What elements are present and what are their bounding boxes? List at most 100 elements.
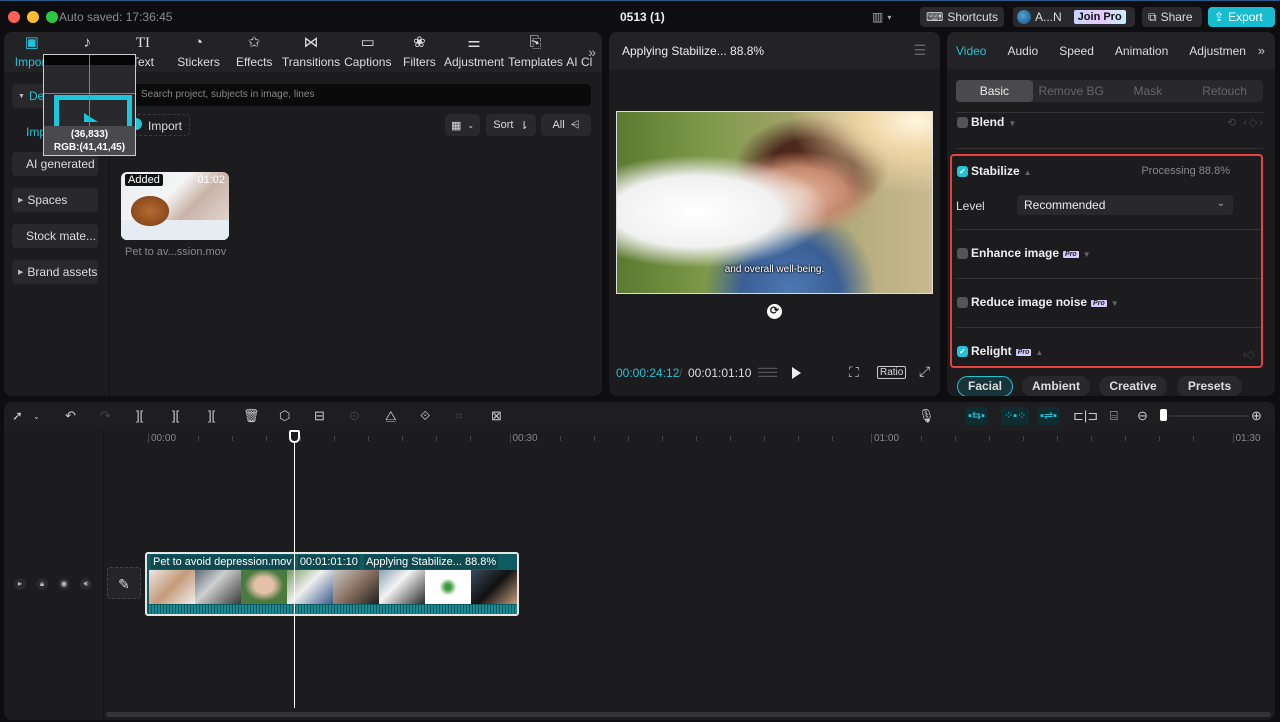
sort-button[interactable]: Sort ⇂ bbox=[486, 114, 536, 136]
tab-captions[interactable]: ▭ Captions bbox=[340, 32, 396, 72]
sidebar-item-brand-assets[interactable]: ▶ Brand assets bbox=[12, 260, 98, 284]
rotate-icon[interactable]: ⟐ bbox=[420, 408, 430, 424]
split-view-icon[interactable]: ⊏|⊐ bbox=[1073, 408, 1098, 424]
reverse-icon[interactable]: ⊙ bbox=[349, 408, 360, 424]
playhead-line[interactable] bbox=[294, 436, 295, 708]
maximize-window-button[interactable] bbox=[46, 11, 58, 23]
playhead-handle[interactable] bbox=[289, 430, 300, 443]
preview-axis-icon[interactable]: ⌸ bbox=[1110, 408, 1118, 424]
eye-icon[interactable]: ◉ bbox=[58, 578, 70, 590]
blend-row[interactable]: Blend ▼ bbox=[971, 115, 1016, 129]
join-pro-button[interactable]: Join Pro bbox=[1073, 10, 1126, 24]
lock-icon[interactable]: 🔒︎ bbox=[36, 578, 48, 590]
subtitle-text[interactable]: and overall well-being. bbox=[617, 264, 932, 275]
menu-icon[interactable]: ☰ bbox=[913, 42, 926, 59]
media-card[interactable]: Added 01:02 bbox=[121, 172, 229, 240]
split-right-icon[interactable]: ][ bbox=[208, 408, 215, 423]
tab-templates[interactable]: ⎘ Templates bbox=[505, 32, 567, 72]
relight-creative-pill[interactable]: Creative bbox=[1099, 376, 1167, 396]
tab-stickers[interactable]: ◔ Stickers bbox=[171, 32, 227, 72]
enhance-row[interactable]: Enhance image Pro ▼ bbox=[971, 246, 1091, 260]
relight-row[interactable]: Relight Pro ▲ bbox=[971, 344, 1043, 358]
blend-label: Blend bbox=[971, 115, 1005, 129]
account-button[interactable]: A...N Join Pro bbox=[1013, 7, 1135, 27]
more-tabs-icon[interactable]: » bbox=[588, 44, 596, 60]
link-icon[interactable]: ▪⇌▪ bbox=[1037, 407, 1061, 425]
more-tabs-icon[interactable]: » bbox=[1258, 43, 1265, 58]
play-icon[interactable] bbox=[792, 367, 801, 379]
waveform-icon[interactable]: ☰☰ bbox=[757, 365, 778, 381]
sidebar-item-spaces[interactable]: ▶ Spaces bbox=[12, 188, 98, 212]
tab-adjustment[interactable]: ⚌ Adjustment bbox=[443, 32, 505, 72]
zoom-out-icon[interactable]: ⊖ bbox=[1137, 408, 1148, 424]
reduce-noise-checkbox[interactable] bbox=[957, 297, 968, 308]
tab-speed[interactable]: Speed bbox=[1059, 44, 1094, 58]
main-track-magnet-icon[interactable]: ▪⇆▪ bbox=[965, 407, 989, 425]
reduce-noise-row[interactable]: Reduce image noise Pro ▼ bbox=[971, 295, 1119, 309]
level-select[interactable]: Recommended ⌄ bbox=[1017, 195, 1233, 215]
ratio-button[interactable]: Ratio bbox=[877, 366, 907, 379]
stabilize-checkbox[interactable]: ✓ bbox=[957, 166, 968, 177]
enhance-checkbox[interactable] bbox=[957, 248, 968, 259]
export-button[interactable]: ⇪ Export bbox=[1208, 7, 1275, 27]
relight-facial-pill[interactable]: Facial bbox=[957, 376, 1013, 396]
relight-presets-pill[interactable]: Presets bbox=[1177, 376, 1242, 396]
subtab-basic[interactable]: Basic bbox=[956, 80, 1033, 102]
split-icon[interactable]: ][ bbox=[136, 408, 143, 423]
split-left-icon[interactable]: ][ bbox=[172, 408, 179, 423]
fullscreen-icon[interactable]: ⤢ bbox=[919, 363, 930, 380]
zoom-fit-icon[interactable]: ⛶ bbox=[849, 364, 859, 381]
rotate-icon[interactable]: ⟳ bbox=[767, 304, 782, 319]
freeze-icon[interactable]: ⊟ bbox=[314, 408, 325, 424]
tab-effects[interactable]: ✩ Effects bbox=[226, 32, 282, 72]
zoom-slider-track[interactable] bbox=[1169, 415, 1249, 417]
tab-adjustment[interactable]: Adjustmen bbox=[1189, 44, 1246, 58]
tab-transitions[interactable]: ⋈ Transitions bbox=[282, 32, 340, 72]
redo-icon[interactable]: ↷ bbox=[100, 408, 111, 424]
sidebar-item-stock[interactable]: Stock mate... bbox=[12, 224, 98, 248]
shortcuts-button[interactable]: ⌨ Shortcuts bbox=[920, 7, 1004, 27]
video-clip[interactable]: Pet to avoid depression.mov 00:01:01:10 … bbox=[145, 552, 519, 616]
relight-checkbox[interactable]: ✓ bbox=[957, 346, 968, 357]
timeline-scrollbar[interactable] bbox=[106, 712, 1271, 717]
microphone-icon[interactable]: 🎙︎ bbox=[918, 408, 935, 424]
tab-video[interactable]: Video bbox=[956, 44, 986, 58]
share-button[interactable]: ⧉ Share bbox=[1142, 7, 1202, 27]
marker-icon[interactable]: ⬡ bbox=[279, 408, 290, 424]
cover-icon[interactable]: ▸ bbox=[14, 578, 26, 590]
stabilize-row[interactable]: Stabilize ▲ bbox=[971, 164, 1032, 178]
subtab-mask[interactable]: Mask bbox=[1110, 80, 1187, 102]
chevron-down-icon[interactable]: ⌄ bbox=[33, 412, 40, 421]
blend-checkbox[interactable] bbox=[957, 117, 968, 128]
zoom-slider-thumb[interactable] bbox=[1160, 409, 1167, 421]
keyframe-controls[interactable]: ⟲ ‹◇› bbox=[1227, 116, 1265, 129]
tab-animation[interactable]: Animation bbox=[1115, 44, 1168, 58]
minimize-window-button[interactable] bbox=[27, 11, 39, 23]
select-tool-icon[interactable]: ➚ bbox=[12, 408, 23, 424]
layout-button[interactable]: ▥ ▾ bbox=[866, 7, 897, 27]
tab-audio[interactable]: Audio bbox=[1007, 44, 1038, 58]
divider bbox=[956, 112, 1263, 113]
crop-icon[interactable]: ⌗ bbox=[455, 408, 462, 424]
auto-snap-icon[interactable]: ⁘▪⁘ bbox=[1001, 407, 1030, 425]
auto-cut-icon[interactable]: ⊠ bbox=[491, 408, 502, 424]
close-window-button[interactable] bbox=[8, 11, 20, 23]
subtab-remove-bg[interactable]: Remove BG bbox=[1033, 80, 1110, 102]
subtab-retouch[interactable]: Retouch bbox=[1186, 80, 1263, 102]
tab-ai[interactable]: AI Cl bbox=[566, 32, 602, 72]
view-mode-button[interactable]: ▦ ⌄ bbox=[445, 114, 480, 136]
speaker-icon[interactable]: 🔊︎ bbox=[80, 578, 92, 590]
edit-cover-button[interactable]: ✎ bbox=[107, 567, 141, 599]
undo-icon[interactable]: ↶ bbox=[65, 408, 76, 424]
preview-video[interactable]: and overall well-being. bbox=[617, 112, 932, 293]
import-button[interactable]: Import bbox=[134, 114, 190, 136]
search-input[interactable]: Search project, subjects in image, lines bbox=[132, 84, 591, 106]
timeline-ruler[interactable]: 00:0000:3001:0001:3002:0002:3003:00 bbox=[104, 430, 1275, 448]
tab-filters[interactable]: ❀ Filters bbox=[396, 32, 444, 72]
zoom-in-icon[interactable]: ⊕ bbox=[1251, 408, 1262, 424]
filter-button[interactable]: All ⩤ bbox=[541, 114, 591, 136]
relight-ambient-pill[interactable]: Ambient bbox=[1022, 376, 1090, 396]
mirror-icon[interactable]: ⧋ bbox=[385, 408, 397, 424]
keyframe-controls[interactable]: ‹◇ bbox=[1243, 348, 1255, 361]
delete-icon[interactable]: 🗑︎ bbox=[243, 408, 260, 424]
